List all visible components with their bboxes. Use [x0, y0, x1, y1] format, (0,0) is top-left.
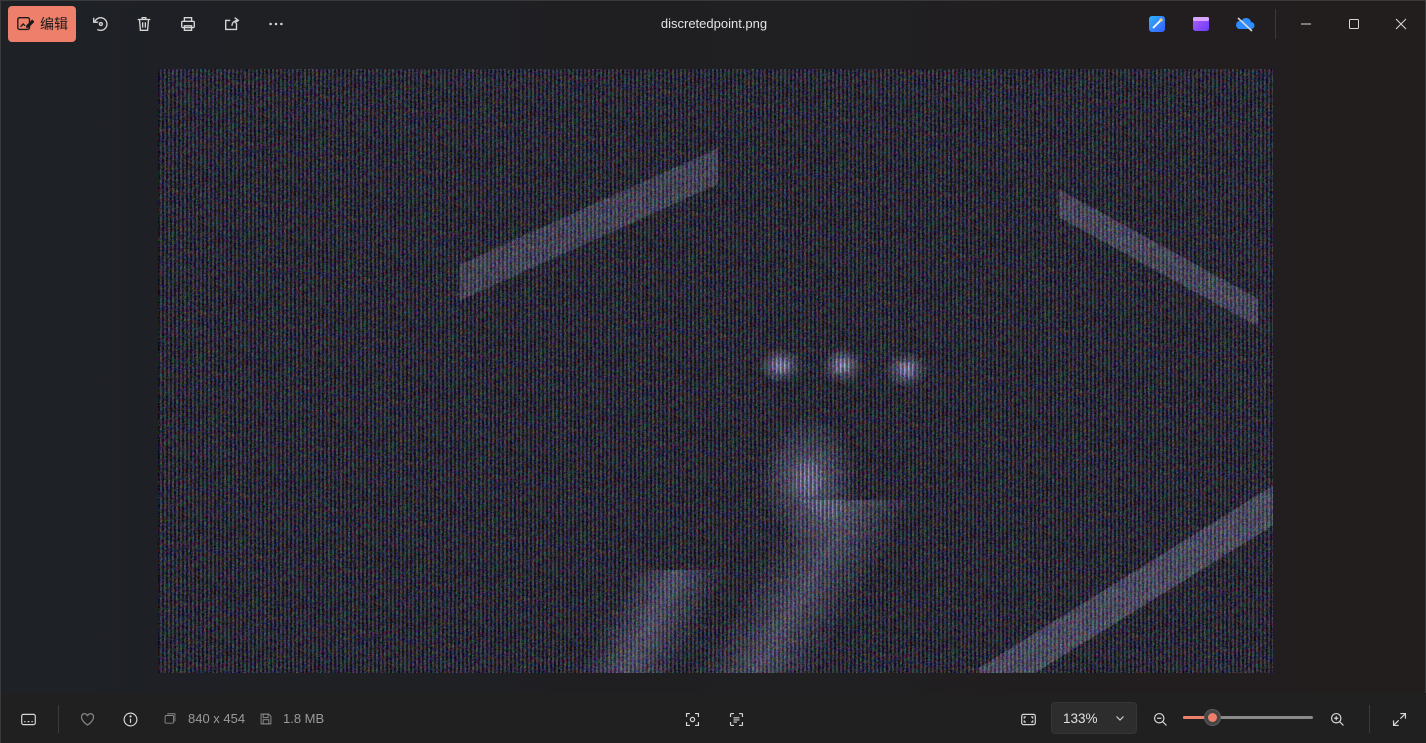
dimensions-icon-wrap [160, 709, 180, 729]
visual-search-icon [685, 712, 699, 726]
maximize-button[interactable] [1342, 12, 1366, 36]
filmstrip-icon [20, 713, 36, 725]
dimensions-icon [164, 713, 176, 724]
rotate-button[interactable] [88, 12, 112, 36]
fit-to-window-button[interactable] [1017, 708, 1039, 730]
zoom-slider-thumb[interactable] [1204, 709, 1221, 726]
zoom-in-icon [1330, 712, 1344, 726]
minimize-icon [1301, 23, 1311, 25]
zoom-value: 133% [1063, 710, 1098, 726]
filmstrip-button[interactable] [17, 708, 39, 730]
info-icon [123, 712, 137, 726]
fullscreen-button[interactable] [1388, 708, 1410, 730]
displayed-image[interactable] [158, 69, 1273, 673]
more-icon [269, 22, 283, 26]
edit-label: 编辑 [40, 16, 68, 32]
more-options-button[interactable] [264, 12, 288, 36]
rotate-icon [93, 17, 108, 31]
zoom-separator [1369, 705, 1370, 733]
file-size-icon-wrap [256, 709, 276, 729]
edit-image-icon [17, 17, 34, 31]
edit-button[interactable]: 编辑 [8, 6, 76, 42]
file-title: discretedpoint.png [660, 16, 768, 31]
designer-icon[interactable] [1146, 13, 1168, 35]
title-bar: 编辑 discretedpoint.png [1, 1, 1426, 47]
file-info-button[interactable] [119, 708, 141, 730]
image-viewport[interactable] [2, 47, 1426, 693]
text-recognition-button[interactable] [725, 708, 747, 730]
maximize-icon [1349, 19, 1359, 29]
zoom-slider[interactable] [1183, 709, 1313, 726]
fit-window-icon [1020, 713, 1036, 725]
print-icon [181, 17, 195, 31]
delete-button[interactable] [132, 12, 156, 36]
file-size: 1.8 MB [283, 711, 325, 726]
close-icon [1395, 18, 1407, 30]
heart-icon [80, 712, 94, 726]
share-button[interactable] [220, 12, 244, 36]
share-icon [225, 17, 240, 31]
save-disk-icon [260, 713, 272, 725]
bottom-separator [58, 705, 59, 733]
clipchamp-icon[interactable] [1190, 13, 1212, 35]
fullscreen-icon [1392, 712, 1406, 726]
onedrive-icon[interactable] [1234, 13, 1256, 35]
image-dimensions: 840 x 454 [188, 711, 246, 726]
chevron-down-icon [1116, 716, 1124, 721]
photos-window: 编辑 discretedpoint.png 840 x 454 1.8 MB 1… [0, 0, 1426, 743]
title-separator [1275, 9, 1276, 39]
delete-icon [137, 17, 151, 31]
text-scan-icon [729, 712, 743, 726]
zoom-dropdown[interactable]: 133% [1051, 702, 1137, 734]
zoom-in-button[interactable] [1326, 708, 1348, 730]
favorite-button[interactable] [76, 708, 98, 730]
print-button[interactable] [176, 12, 200, 36]
zoom-out-button[interactable] [1149, 708, 1171, 730]
close-button[interactable] [1389, 12, 1413, 36]
zoom-out-icon [1153, 712, 1167, 726]
minimize-button[interactable] [1294, 12, 1318, 36]
visual-search-button[interactable] [681, 708, 703, 730]
